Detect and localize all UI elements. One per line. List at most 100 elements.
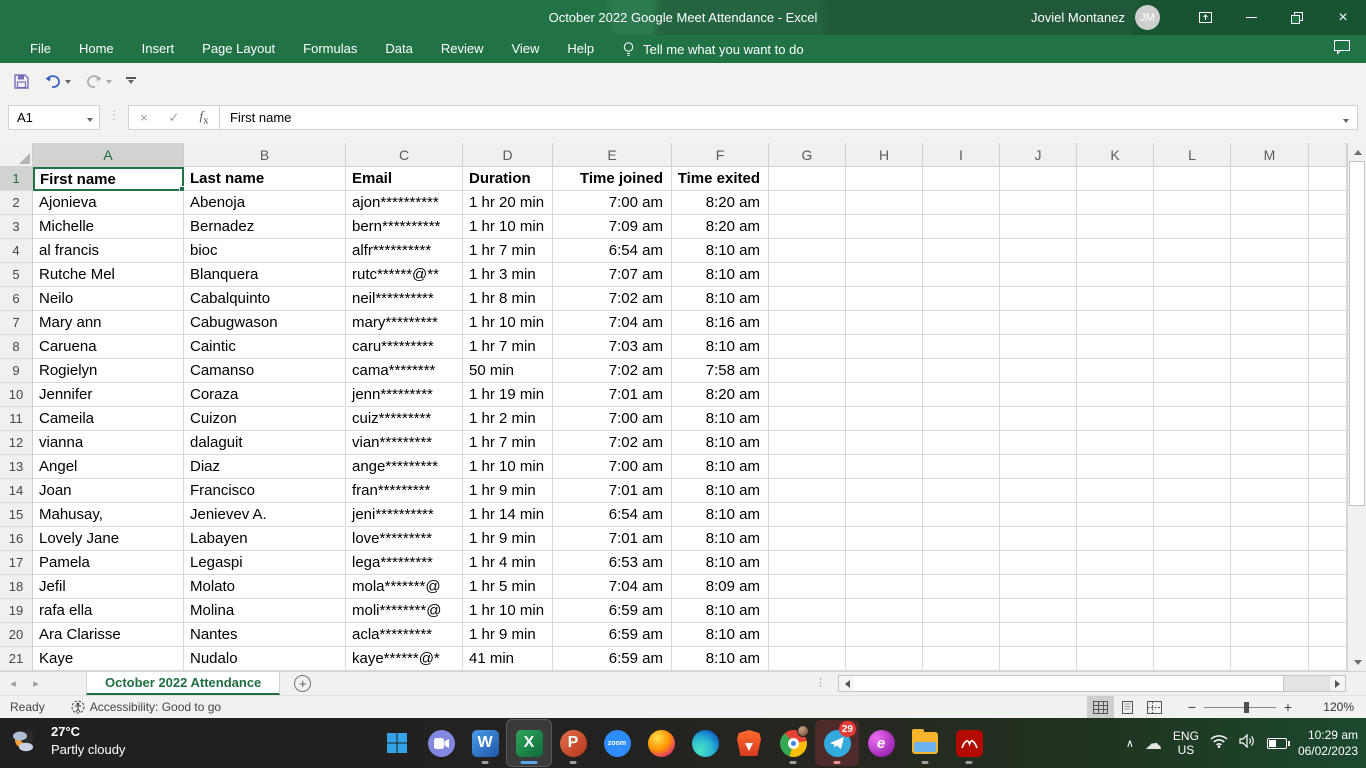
cell-H15[interactable] [846, 503, 923, 527]
cell-I21[interactable] [923, 647, 1000, 671]
cell-L13[interactable] [1154, 455, 1231, 479]
cell-M1[interactable] [1231, 167, 1309, 191]
cell-partial20[interactable] [1309, 623, 1347, 647]
cell-K10[interactable] [1077, 383, 1154, 407]
cell-E5[interactable]: 7:07 am [553, 263, 672, 287]
cell-F16[interactable]: 8:10 am [672, 527, 769, 551]
row-header-3[interactable]: 3 [0, 215, 33, 239]
row-header-2[interactable]: 2 [0, 191, 33, 215]
cell-C8[interactable]: caru********* [346, 335, 463, 359]
minimize-button[interactable] [1228, 0, 1274, 35]
row-header-13[interactable]: 13 [0, 455, 33, 479]
cell-G11[interactable] [769, 407, 846, 431]
column-header-F[interactable]: F [672, 143, 769, 167]
cell-C2[interactable]: ajon********** [346, 191, 463, 215]
restore-button[interactable] [1274, 0, 1320, 35]
zoom-slider-handle[interactable] [1244, 702, 1249, 713]
cell-F19[interactable]: 8:10 am [672, 599, 769, 623]
row-header-6[interactable]: 6 [0, 287, 33, 311]
cell-partial6[interactable] [1309, 287, 1347, 311]
cell-B2[interactable]: Abenoja [184, 191, 346, 215]
name-box[interactable]: A1 [8, 105, 100, 130]
cell-I5[interactable] [923, 263, 1000, 287]
tell-me-box[interactable]: Tell me what you want to do [622, 41, 803, 57]
cell-H9[interactable] [846, 359, 923, 383]
cell-K6[interactable] [1077, 287, 1154, 311]
cell-B20[interactable]: Nantes [184, 623, 346, 647]
cell-B11[interactable]: Cuizon [184, 407, 346, 431]
cell-H20[interactable] [846, 623, 923, 647]
cell-A7[interactable]: Mary ann [33, 311, 184, 335]
cell-D14[interactable]: 1 hr 9 min [463, 479, 553, 503]
cell-M8[interactable] [1231, 335, 1309, 359]
row-header-8[interactable]: 8 [0, 335, 33, 359]
cell-I13[interactable] [923, 455, 1000, 479]
column-header-I[interactable]: I [923, 143, 1000, 167]
tab-formulas[interactable]: Formulas [289, 35, 371, 63]
e-app-button[interactable]: e [859, 720, 903, 766]
cell-D20[interactable]: 1 hr 9 min [463, 623, 553, 647]
cell-M14[interactable] [1231, 479, 1309, 503]
cell-G16[interactable] [769, 527, 846, 551]
cell-D3[interactable]: 1 hr 10 min [463, 215, 553, 239]
cell-B1[interactable]: Last name [184, 167, 346, 191]
cell-D9[interactable]: 50 min [463, 359, 553, 383]
cell-F2[interactable]: 8:20 am [672, 191, 769, 215]
cell-D7[interactable]: 1 hr 10 min [463, 311, 553, 335]
cell-K8[interactable] [1077, 335, 1154, 359]
cell-I7[interactable] [923, 311, 1000, 335]
cell-M4[interactable] [1231, 239, 1309, 263]
vertical-scrollbar[interactable] [1347, 143, 1366, 671]
cell-I18[interactable] [923, 575, 1000, 599]
page-layout-view-button[interactable] [1114, 696, 1141, 718]
cell-M7[interactable] [1231, 311, 1309, 335]
cell-L5[interactable] [1154, 263, 1231, 287]
cell-A14[interactable]: Joan [33, 479, 184, 503]
cell-K4[interactable] [1077, 239, 1154, 263]
cell-K14[interactable] [1077, 479, 1154, 503]
cell-A6[interactable]: Neilo [33, 287, 184, 311]
cell-I19[interactable] [923, 599, 1000, 623]
cell-C3[interactable]: bern********** [346, 215, 463, 239]
zoom-in-button[interactable]: + [1278, 699, 1298, 715]
cell-E3[interactable]: 7:09 am [553, 215, 672, 239]
page-break-preview-button[interactable] [1141, 696, 1168, 718]
cell-M10[interactable] [1231, 383, 1309, 407]
cell-partial17[interactable] [1309, 551, 1347, 575]
cell-G4[interactable] [769, 239, 846, 263]
column-header-G[interactable]: G [769, 143, 846, 167]
cell-D12[interactable]: 1 hr 7 min [463, 431, 553, 455]
cell-K5[interactable] [1077, 263, 1154, 287]
cell-B4[interactable]: bioc [184, 239, 346, 263]
cell-H13[interactable] [846, 455, 923, 479]
cell-L16[interactable] [1154, 527, 1231, 551]
cell-J6[interactable] [1000, 287, 1077, 311]
cell-A17[interactable]: Pamela [33, 551, 184, 575]
column-header-K[interactable]: K [1077, 143, 1154, 167]
cell-B9[interactable]: Camanso [184, 359, 346, 383]
redo-button[interactable] [80, 70, 117, 93]
scroll-right-button[interactable] [1330, 676, 1345, 691]
cell-A5[interactable]: Rutche Mel [33, 263, 184, 287]
cell-partial16[interactable] [1309, 527, 1347, 551]
cell-partial14[interactable] [1309, 479, 1347, 503]
row-header-5[interactable]: 5 [0, 263, 33, 287]
cell-A11[interactable]: Cameila [33, 407, 184, 431]
cell-L11[interactable] [1154, 407, 1231, 431]
cell-F20[interactable]: 8:10 am [672, 623, 769, 647]
cell-F6[interactable]: 8:10 am [672, 287, 769, 311]
row-header-21[interactable]: 21 [0, 647, 33, 671]
cell-J2[interactable] [1000, 191, 1077, 215]
cell-C5[interactable]: rutc******@** [346, 263, 463, 287]
cell-G18[interactable] [769, 575, 846, 599]
cell-K16[interactable] [1077, 527, 1154, 551]
cell-B21[interactable]: Nudalo [184, 647, 346, 671]
cell-G19[interactable] [769, 599, 846, 623]
cell-M20[interactable] [1231, 623, 1309, 647]
onedrive-icon[interactable]: ☁ [1145, 735, 1162, 752]
cell-E16[interactable]: 7:01 am [553, 527, 672, 551]
cell-E21[interactable]: 6:59 am [553, 647, 672, 671]
cell-D4[interactable]: 1 hr 7 min [463, 239, 553, 263]
telegram-button[interactable]: 29 [815, 720, 859, 766]
cell-I12[interactable] [923, 431, 1000, 455]
